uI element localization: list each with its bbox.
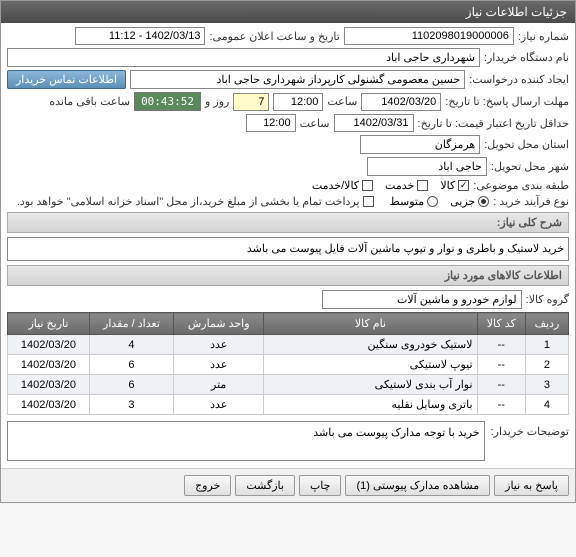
col-name: نام کالا <box>264 313 477 335</box>
summary-section-header: شرح کلی نیاز: <box>7 212 569 233</box>
cell-qty: 6 <box>89 375 173 395</box>
buyer-field: شهرداری حاجی اباد <box>7 48 480 67</box>
deadline-label: مهلت ارسال پاسخ: تا تاریخ: <box>445 95 569 108</box>
cell-code: -- <box>477 375 525 395</box>
cell-row: 3 <box>525 375 568 395</box>
table-row[interactable]: 4--باتری وسایل نقلیهعدد31402/03/20 <box>8 395 569 415</box>
print-button[interactable]: چاپ <box>299 475 342 496</box>
cell-code: -- <box>477 335 525 355</box>
cell-code: -- <box>477 355 525 375</box>
proc-note-label: پرداخت تمام یا بخشی از مبلغ خرید،از محل … <box>17 195 360 208</box>
summary-text: خرید لاستیک و باطری و نوار و تیوپ ماشین … <box>7 237 569 261</box>
proc-partial-label: جزیی <box>450 195 475 208</box>
cell-qty: 6 <box>89 355 173 375</box>
col-qty: تعداد / مقدار <box>89 313 173 335</box>
cell-qty: 4 <box>89 335 173 355</box>
cell-date: 1402/03/20 <box>8 395 90 415</box>
countdown-timer: 00:43:52 <box>134 92 201 111</box>
cell-name: نوار آب بندی لاستیکی <box>264 375 477 395</box>
process-label: نوع فرآیند خرید : <box>493 195 569 208</box>
table-row[interactable]: 2--تیوپ لاستیکیعدد61402/03/20 <box>8 355 569 375</box>
cell-date: 1402/03/20 <box>8 375 90 395</box>
cell-name: باتری وسایل نقلیه <box>264 395 477 415</box>
cat-goods-check[interactable] <box>458 180 469 191</box>
buyer-label: نام دستگاه خریدار: <box>484 51 569 64</box>
validity-time-field: 12:00 <box>246 114 296 132</box>
table-row[interactable]: 1--لاستیک خودروی سنگینعدد41402/03/20 <box>8 335 569 355</box>
validity-label: حداقل تاریخ اعتبار قیمت: تا تاریخ: <box>418 117 569 130</box>
city-label: شهر محل تحویل: <box>491 160 569 173</box>
cell-row: 2 <box>525 355 568 375</box>
time-label-1: ساعت <box>327 95 357 108</box>
process-radio-group: جزیی متوسط <box>390 195 490 208</box>
need-no-label: شماره نیاز: <box>518 30 569 43</box>
time-label-2: ساعت <box>300 117 330 130</box>
proc-note-check[interactable] <box>363 196 374 207</box>
window: جزئیات اطلاعات نیاز شماره نیاز: 11020980… <box>0 0 576 503</box>
reply-button[interactable]: پاسخ به نیاز <box>494 475 569 496</box>
cat-service-label: خدمت <box>385 179 414 192</box>
col-date: تاریخ نیاز <box>8 313 90 335</box>
buyer-notes-label: توضیحات خریدار: <box>491 421 569 438</box>
window-title: جزئیات اطلاعات نیاز <box>1 1 575 23</box>
need-no-field: 1102098019000006 <box>344 27 514 45</box>
proc-medium-radio[interactable] <box>427 196 438 207</box>
validity-date-field: 1402/03/31 <box>334 114 414 132</box>
table-header-row: ردیف کد کالا نام کالا واحد شمارش تعداد /… <box>8 313 569 335</box>
cell-row: 1 <box>525 335 568 355</box>
buyer-notes-text: خرید با توجه مدارک پیوست می باشد <box>7 421 485 461</box>
goods-table: ردیف کد کالا نام کالا واحد شمارش تعداد /… <box>7 312 569 415</box>
ann-datetime-field: 1402/03/13 - 11:12 <box>75 27 205 45</box>
goods-section-header: اطلاعات کالاهای مورد نیاز <box>7 265 569 286</box>
cell-unit: عدد <box>174 355 264 375</box>
remain-label: ساعت باقی مانده <box>49 95 130 108</box>
group-label: گروه کالا: <box>526 293 569 306</box>
col-row: ردیف <box>525 313 568 335</box>
requester-field: حسین معصومی گشنولی کارپرداز شهرداری حاجی… <box>130 70 465 89</box>
contact-buyer-button[interactable]: اطلاعات تماس خریدار <box>7 70 126 89</box>
city-field: حاجی اباد <box>367 157 487 176</box>
col-code: کد کالا <box>477 313 525 335</box>
cat-goods-label: کالا <box>440 179 455 192</box>
footer-buttons: پاسخ به نیاز مشاهده مدارک پیوستی (1) چاپ… <box>1 468 575 502</box>
ann-datetime-label: تاریخ و ساعت اعلان عمومی: <box>209 30 339 43</box>
days-field: 7 <box>233 93 269 111</box>
cell-name: لاستیک خودروی سنگین <box>264 335 477 355</box>
category-label: طبقه بندی موضوعی: <box>473 179 569 192</box>
col-unit: واحد شمارش <box>174 313 264 335</box>
cat-goods-service-label: کالا/خدمت <box>312 179 359 192</box>
day-label: روز و <box>205 95 229 108</box>
cell-date: 1402/03/20 <box>8 355 90 375</box>
deadline-date-field: 1402/03/20 <box>361 93 441 111</box>
cell-date: 1402/03/20 <box>8 335 90 355</box>
cat-goods-service-check[interactable] <box>362 180 373 191</box>
cell-code: -- <box>477 395 525 415</box>
cell-name: تیوپ لاستیکی <box>264 355 477 375</box>
exit-button[interactable]: خروج <box>184 475 231 496</box>
cell-qty: 3 <box>89 395 173 415</box>
requester-label: ایجاد کننده درخواست: <box>469 73 569 86</box>
attachments-button[interactable]: مشاهده مدارک پیوستی (1) <box>345 475 490 496</box>
table-row[interactable]: 3--نوار آب بندی لاستیکیمتر61402/03/20 <box>8 375 569 395</box>
back-button[interactable]: بازگشت <box>235 475 295 496</box>
province-label: استان محل تحویل: <box>484 138 569 151</box>
cell-unit: عدد <box>174 335 264 355</box>
cat-service-check[interactable] <box>417 180 428 191</box>
cell-unit: متر <box>174 375 264 395</box>
deadline-time-field: 12:00 <box>273 93 323 111</box>
category-radio-group: کالا خدمت کالا/خدمت <box>312 179 469 192</box>
province-field: هرمزگان <box>360 135 480 154</box>
cell-row: 4 <box>525 395 568 415</box>
group-field: لوازم خودرو و ماشین آلات <box>322 290 522 309</box>
content-area: شماره نیاز: 1102098019000006 تاریخ و ساع… <box>1 23 575 468</box>
proc-partial-radio[interactable] <box>478 196 489 207</box>
cell-unit: عدد <box>174 395 264 415</box>
proc-medium-label: متوسط <box>390 195 425 208</box>
